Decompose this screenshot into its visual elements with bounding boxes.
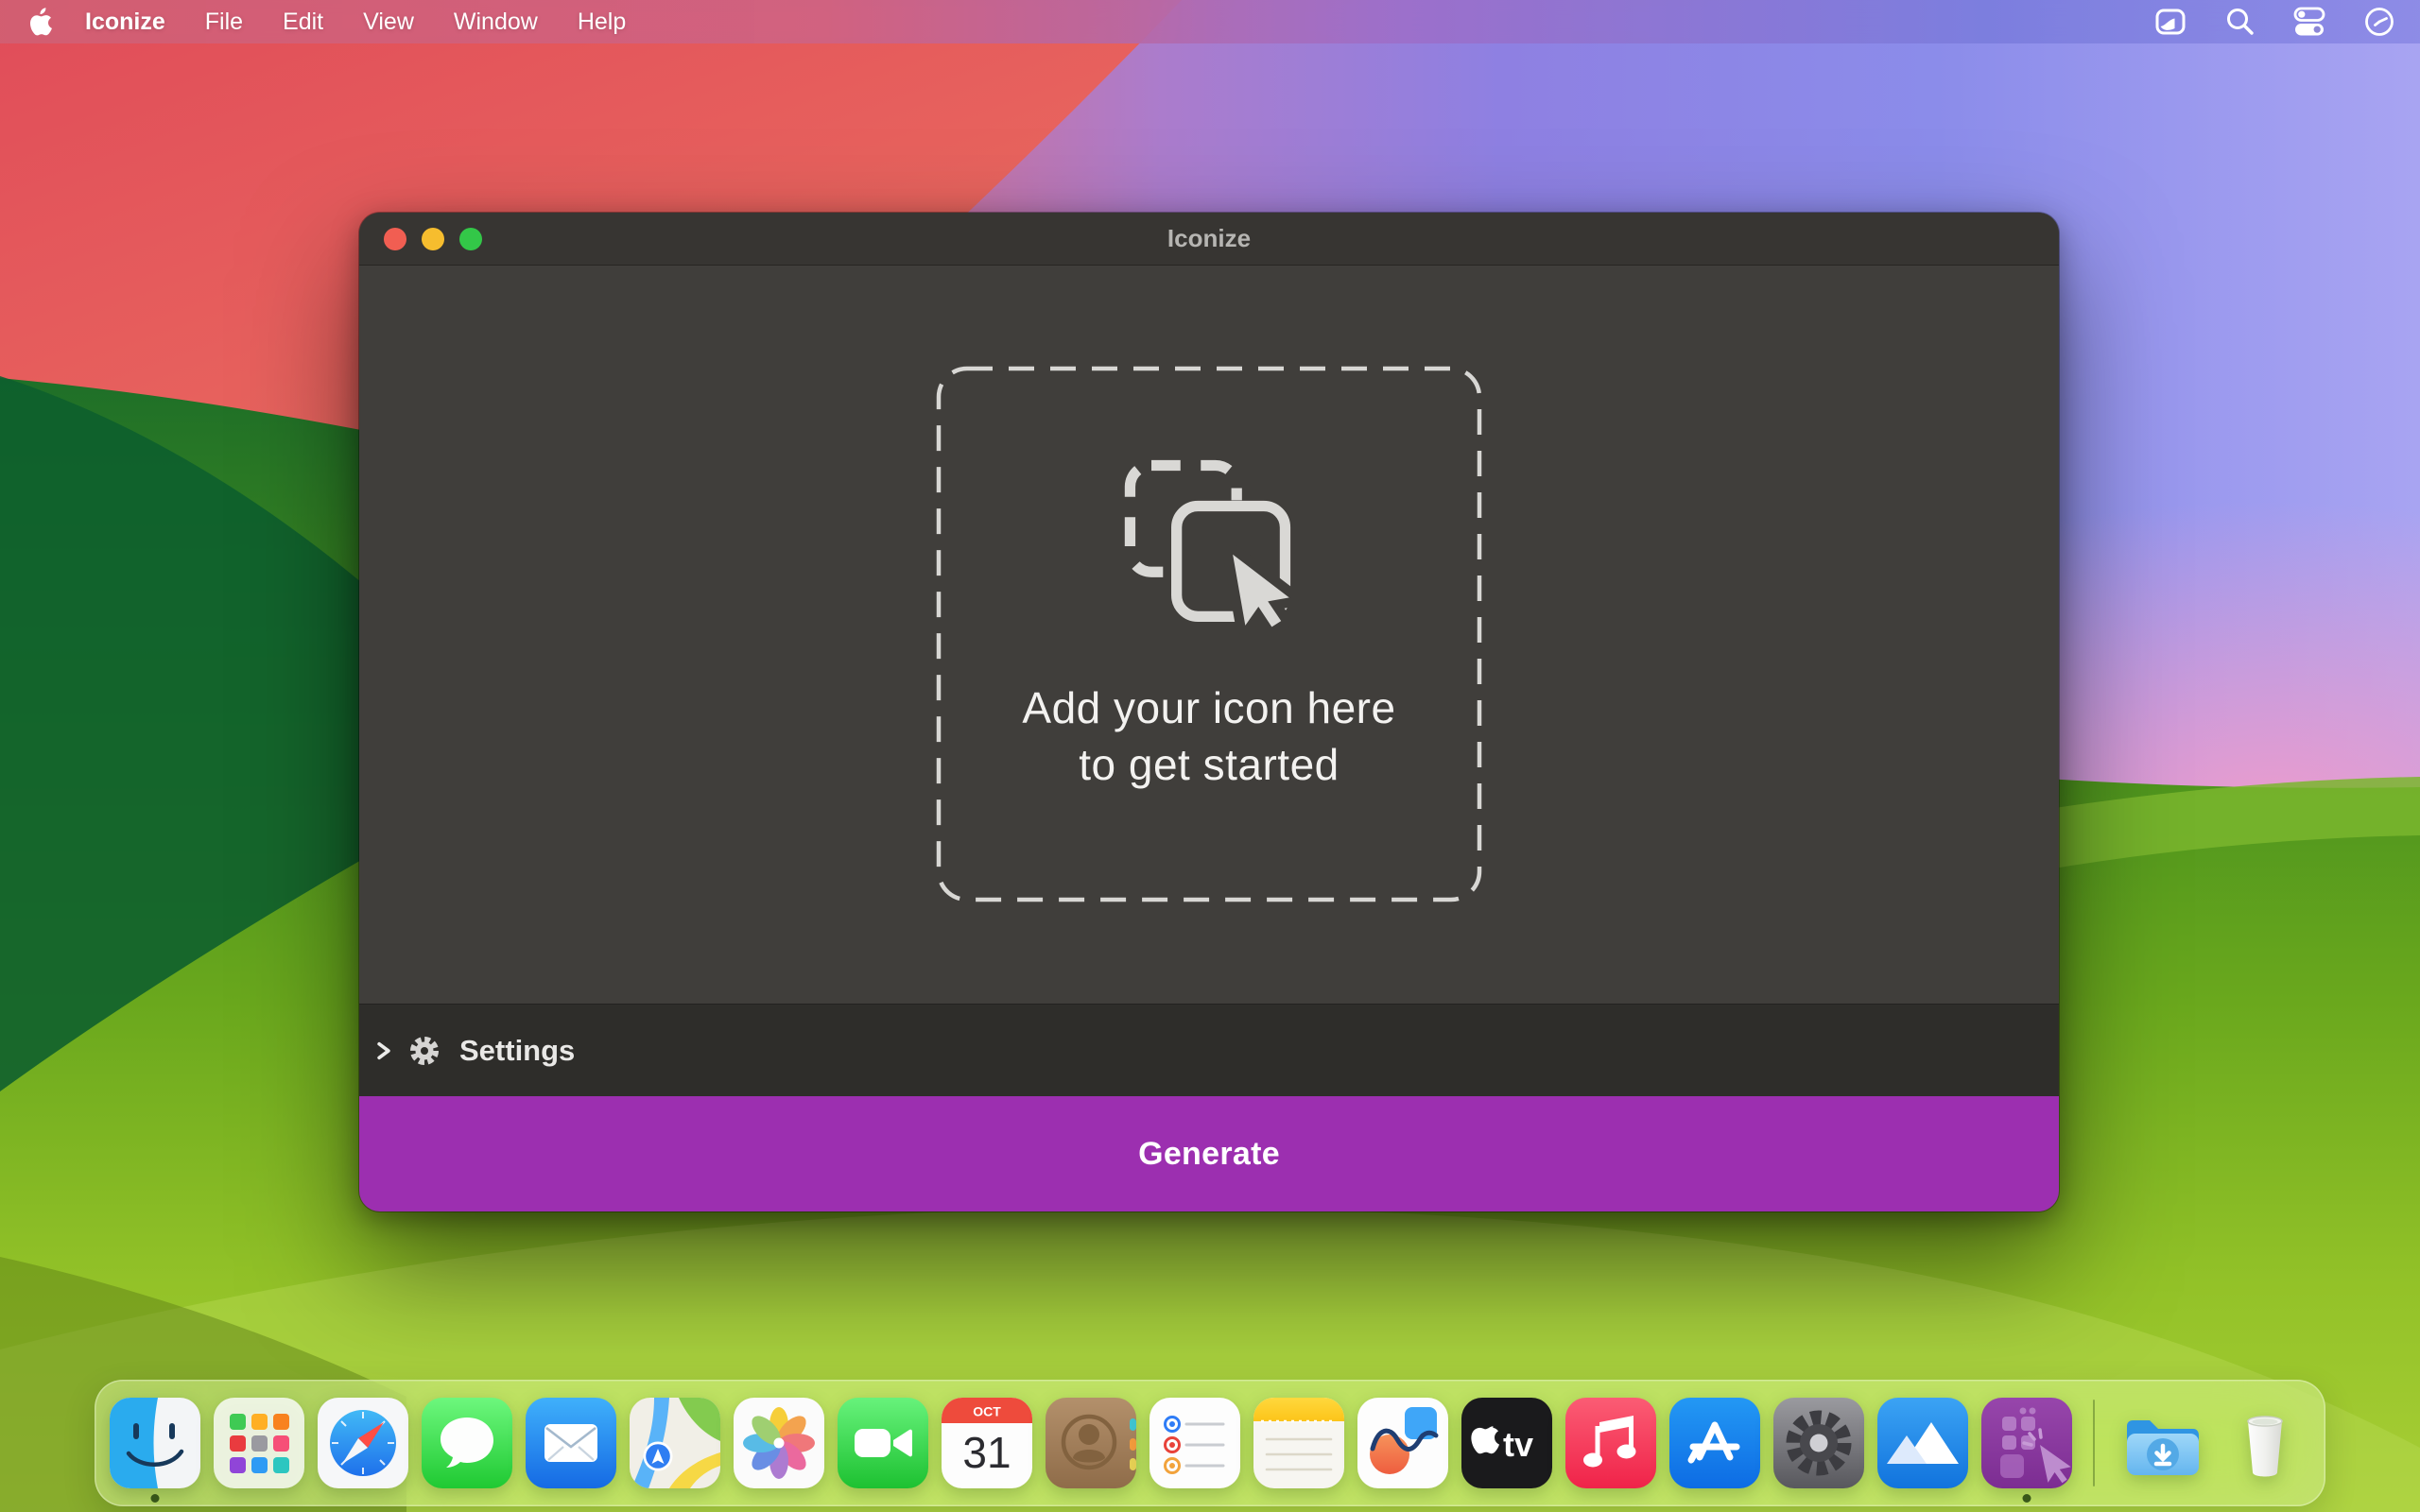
dock-system-settings[interactable]: [1773, 1398, 1864, 1488]
menu-bar-status: [2153, 6, 2395, 38]
window-title: Iconize: [1167, 224, 1251, 253]
settings-disclosure[interactable]: Settings: [359, 1004, 2059, 1096]
menu-bar: Iconize File Edit View Window Help: [0, 0, 2420, 43]
contacts-icon: [1046, 1398, 1136, 1488]
close-button[interactable]: [384, 228, 406, 250]
photos-icon: [734, 1398, 824, 1488]
dock-music[interactable]: [1565, 1398, 1656, 1488]
dock-notes[interactable]: [1253, 1398, 1344, 1488]
settings-label: Settings: [459, 1034, 575, 1068]
dock-safari[interactable]: [318, 1398, 408, 1488]
screen-mirroring-icon[interactable]: [2153, 7, 2187, 37]
calendar-icon: OCT 31: [942, 1398, 1032, 1488]
dock-tv[interactable]: tv: [1461, 1398, 1552, 1488]
trash-icon: [2220, 1398, 2310, 1488]
calendar-day: 31: [962, 1428, 1011, 1477]
dock-freeform[interactable]: [1357, 1398, 1448, 1488]
dock-photos[interactable]: [734, 1398, 824, 1488]
menu-bar-left: Iconize File Edit View Window Help: [25, 0, 646, 43]
dock-calendar[interactable]: OCT 31: [942, 1398, 1032, 1488]
iconize-running-indicator: [2023, 1494, 2031, 1503]
facetime-icon: [838, 1398, 928, 1488]
dock-mountains-app[interactable]: [1877, 1398, 1968, 1488]
generate-label: Generate: [1138, 1136, 1280, 1173]
menu-file[interactable]: File: [185, 0, 263, 43]
dock-maps[interactable]: [630, 1398, 720, 1488]
icon-dropzone[interactable]: Add your icon here to get started: [935, 365, 1483, 903]
minimize-button[interactable]: [422, 228, 444, 250]
dock-iconize[interactable]: [1981, 1398, 2072, 1488]
dock-mail[interactable]: [526, 1398, 616, 1488]
mountains-app-icon: [1877, 1398, 1968, 1488]
menu-app-name[interactable]: Iconize: [65, 0, 185, 43]
traffic-lights: [384, 213, 482, 265]
notes-icon: [1253, 1398, 1344, 1488]
freeform-icon: [1357, 1398, 1448, 1488]
dock-downloads[interactable]: [2116, 1398, 2206, 1488]
downloads-folder-icon: [2116, 1398, 2206, 1488]
iconize-icon: [1981, 1398, 2072, 1488]
apple-icon: [28, 8, 52, 36]
gear-icon: [406, 1033, 442, 1069]
dock-trash[interactable]: [2220, 1398, 2310, 1488]
launchpad-icon: [214, 1398, 304, 1488]
menu-help[interactable]: Help: [558, 0, 646, 43]
maps-icon: [630, 1398, 720, 1488]
safari-icon: [318, 1398, 408, 1488]
dock-messages[interactable]: [422, 1398, 512, 1488]
tv-icon: tv: [1461, 1398, 1552, 1488]
finder-running-indicator: [151, 1494, 160, 1503]
dock: OCT 31: [95, 1380, 2325, 1506]
zoom-button[interactable]: [459, 228, 482, 250]
dock-app-store[interactable]: [1669, 1398, 1760, 1488]
dock-divider: [2093, 1400, 2095, 1486]
generate-button[interactable]: Generate: [359, 1096, 2059, 1211]
dock-reminders[interactable]: [1150, 1398, 1240, 1488]
app-store-icon: [1669, 1398, 1760, 1488]
dock-facetime[interactable]: [838, 1398, 928, 1488]
window-titlebar[interactable]: Iconize: [359, 213, 2059, 266]
mail-icon: [526, 1398, 616, 1488]
apple-menu[interactable]: [25, 8, 65, 36]
tv-label: tv: [1503, 1425, 1533, 1464]
calendar-month: OCT: [973, 1404, 1001, 1419]
iconize-window: Iconize Add your icon here to get starte…: [359, 213, 2059, 1211]
clock-icon[interactable]: [2363, 6, 2395, 38]
menu-edit[interactable]: Edit: [263, 0, 343, 43]
finder-icon: [110, 1398, 200, 1488]
system-settings-icon: [1773, 1398, 1864, 1488]
dock-contacts[interactable]: [1046, 1398, 1136, 1488]
reminders-icon: [1150, 1398, 1240, 1488]
dropzone-dashed-border: [935, 365, 1483, 903]
chevron-right-icon: [374, 1040, 393, 1061]
messages-icon: [422, 1398, 512, 1488]
menu-view[interactable]: View: [343, 0, 434, 43]
menu-window[interactable]: Window: [434, 0, 558, 43]
dock-launchpad[interactable]: [214, 1398, 304, 1488]
window-content: Add your icon here to get started: [359, 266, 2059, 1004]
spotlight-search-icon[interactable]: [2225, 7, 2256, 37]
music-icon: [1565, 1398, 1656, 1488]
control-center-icon[interactable]: [2293, 7, 2325, 37]
dock-finder[interactable]: [110, 1398, 200, 1488]
